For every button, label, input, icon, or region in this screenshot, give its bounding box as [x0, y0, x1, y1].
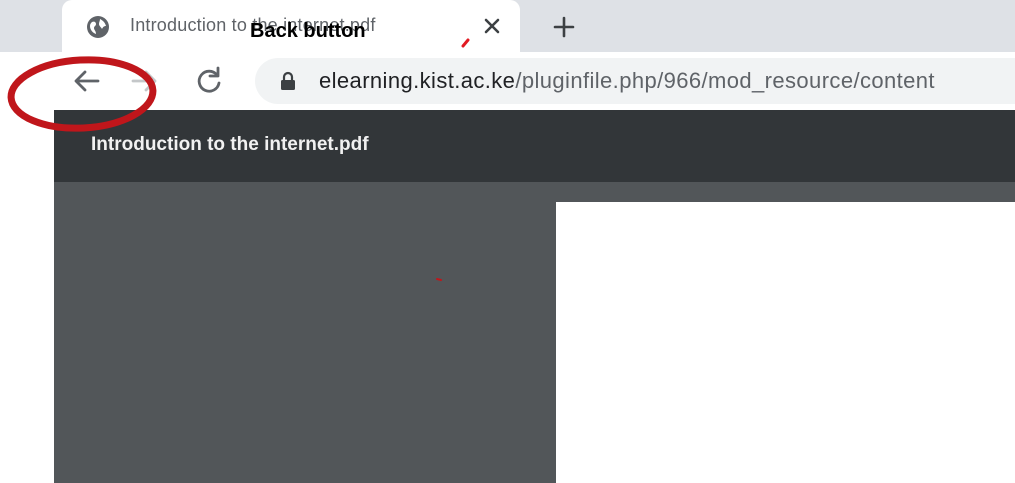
url-path: /pluginfile.php/966/mod_resource/content	[515, 68, 935, 93]
annotation-label: Back button	[250, 20, 366, 42]
browser-window: Introduction to the internet.pdf elearni…	[0, 0, 1015, 483]
pdf-page[interactable]	[556, 202, 1015, 483]
pdf-toolbar: Introduction to the internet.pdf	[54, 110, 1015, 182]
address-bar[interactable]: elearning.kist.ac.ke/pluginfile.php/966/…	[255, 58, 1015, 104]
pdf-title: Introduction to the internet.pdf	[91, 134, 369, 155]
reload-icon	[197, 66, 221, 93]
plus-icon[interactable]	[552, 15, 576, 39]
browser-toolbar: elearning.kist.ac.ke/pluginfile.php/966/…	[0, 52, 1015, 110]
globe-icon	[87, 16, 109, 38]
url-domain: elearning.kist.ac.ke	[319, 68, 516, 93]
arrow-left-icon	[74, 70, 100, 92]
arrow-right-icon	[131, 70, 157, 92]
pdf-viewer: Introduction to the internet.pdf	[54, 110, 1015, 483]
close-icon[interactable]	[482, 16, 502, 36]
reload-button[interactable]	[192, 64, 226, 98]
url-text[interactable]: elearning.kist.ac.ke/pluginfile.php/966/…	[319, 68, 935, 94]
forward-button[interactable]	[127, 64, 161, 98]
lock-icon[interactable]	[279, 71, 297, 91]
tab-strip: Introduction to the internet.pdf	[0, 0, 1015, 52]
back-button[interactable]	[70, 64, 104, 98]
